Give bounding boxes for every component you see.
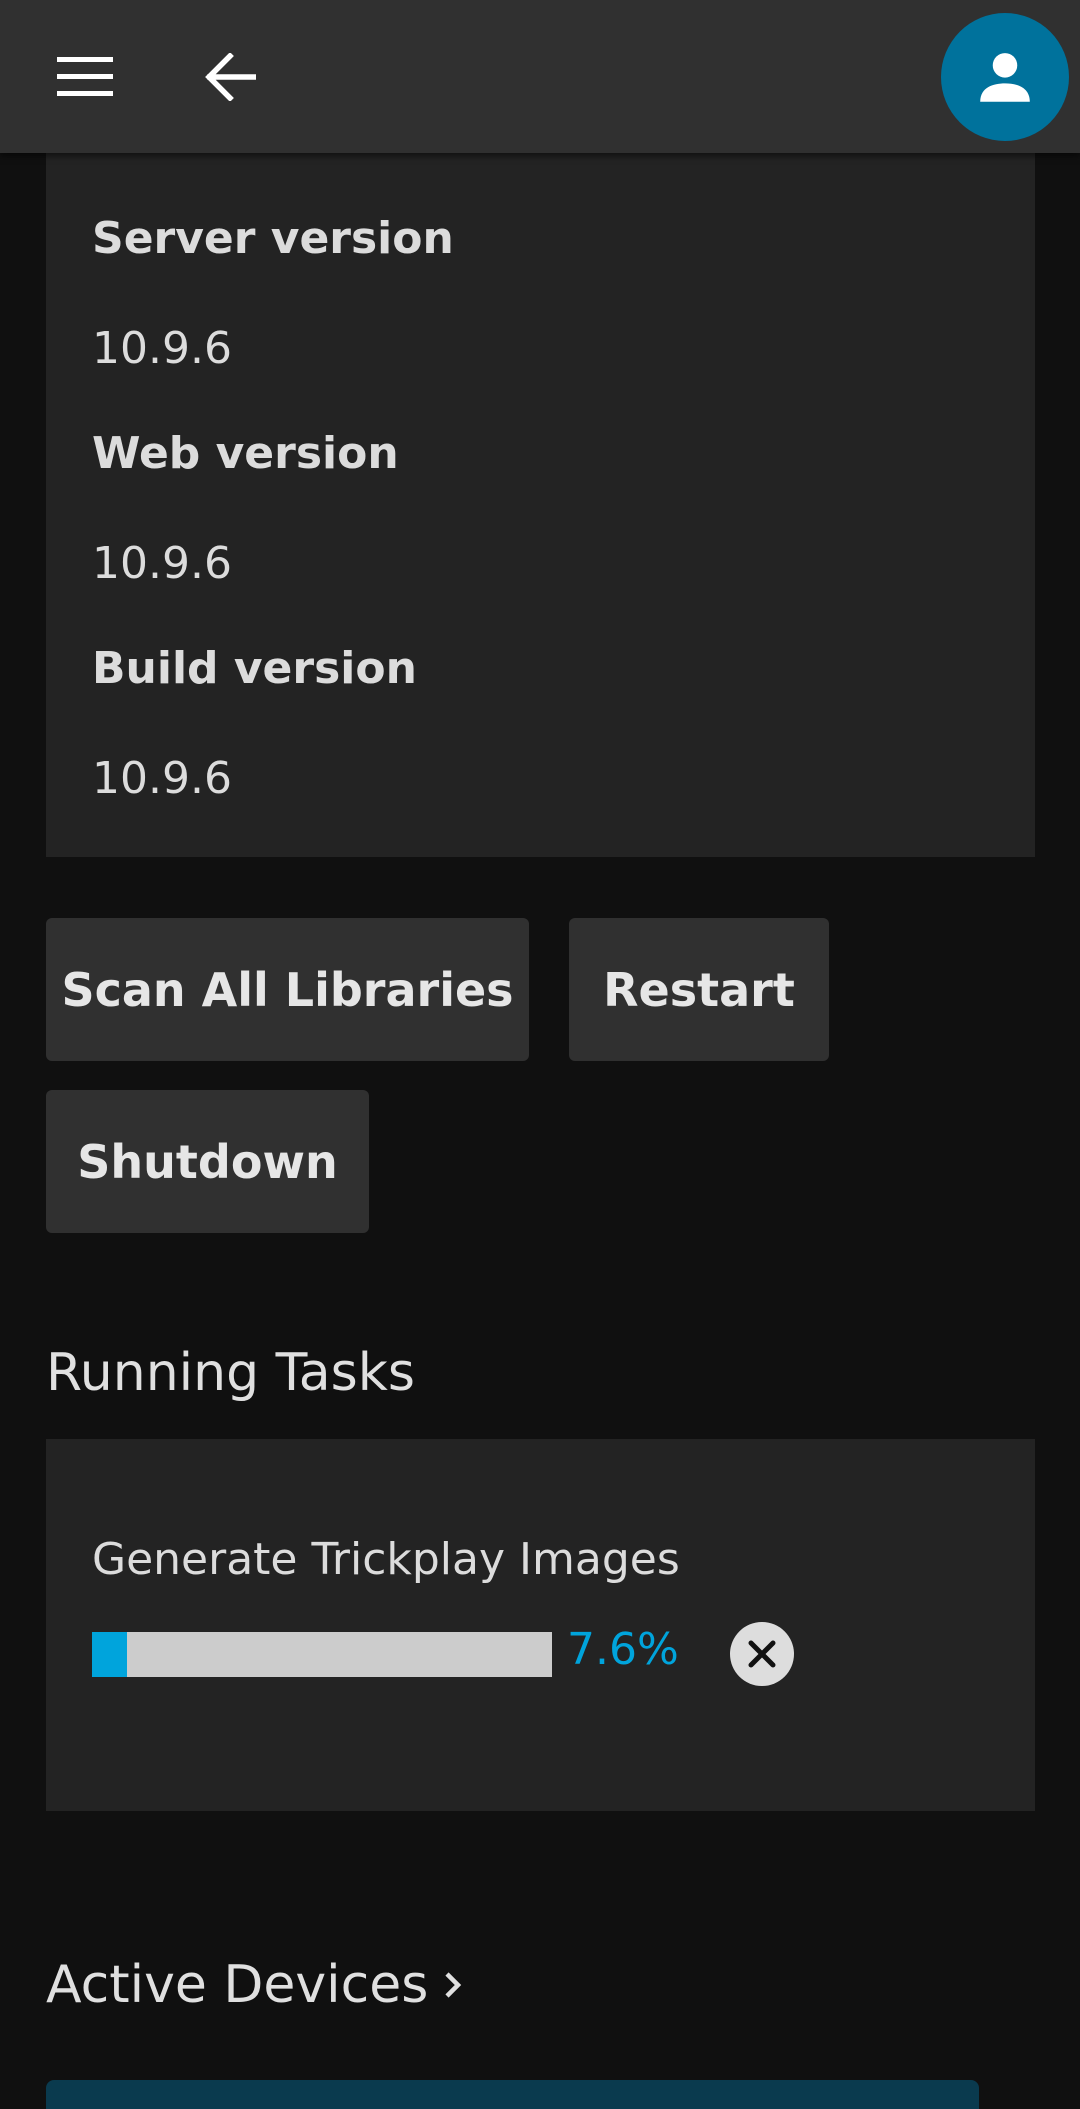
- user-avatar-button[interactable]: [941, 13, 1069, 141]
- server-version-label: Server version: [92, 213, 454, 264]
- cancel-task-button[interactable]: [730, 1622, 794, 1686]
- task-name: Generate Trickplay Images: [92, 1534, 680, 1585]
- hamburger-menu-icon: [57, 57, 113, 96]
- arrow-left-icon: [205, 53, 256, 101]
- shutdown-button[interactable]: Shutdown: [46, 1090, 369, 1233]
- task-progress-bar: [92, 1632, 552, 1677]
- active-devices-title: Active Devices: [46, 1955, 429, 2015]
- active-devices-link[interactable]: Active Devices: [46, 1955, 464, 2015]
- close-icon: [748, 1640, 776, 1668]
- running-tasks-title: Running Tasks: [46, 1343, 415, 1403]
- task-progress-fill: [92, 1632, 127, 1677]
- app-header: [0, 0, 1080, 153]
- user-icon: [980, 53, 1030, 102]
- scan-all-libraries-button[interactable]: Scan All Libraries: [46, 918, 529, 1061]
- task-progress-text: 7.6%: [567, 1624, 679, 1675]
- web-version-value: 10.9.6: [92, 538, 232, 589]
- active-device-card[interactable]: [46, 2080, 979, 2109]
- web-version-label: Web version: [92, 428, 399, 479]
- menu-button[interactable]: [30, 22, 140, 132]
- back-button[interactable]: [175, 22, 285, 132]
- dashboard-page: Server version 10.9.6 Web version 10.9.6…: [0, 0, 1080, 2109]
- restart-button[interactable]: Restart: [569, 918, 829, 1061]
- server-version-value: 10.9.6: [92, 323, 232, 374]
- server-info-card: Server version 10.9.6 Web version 10.9.6…: [46, 153, 1035, 857]
- running-tasks-card: Generate Trickplay Images 7.6%: [46, 1439, 1035, 1811]
- build-version-label: Build version: [92, 643, 417, 694]
- chevron-right-icon: [445, 1972, 462, 1998]
- build-version-value: 10.9.6: [92, 753, 232, 804]
